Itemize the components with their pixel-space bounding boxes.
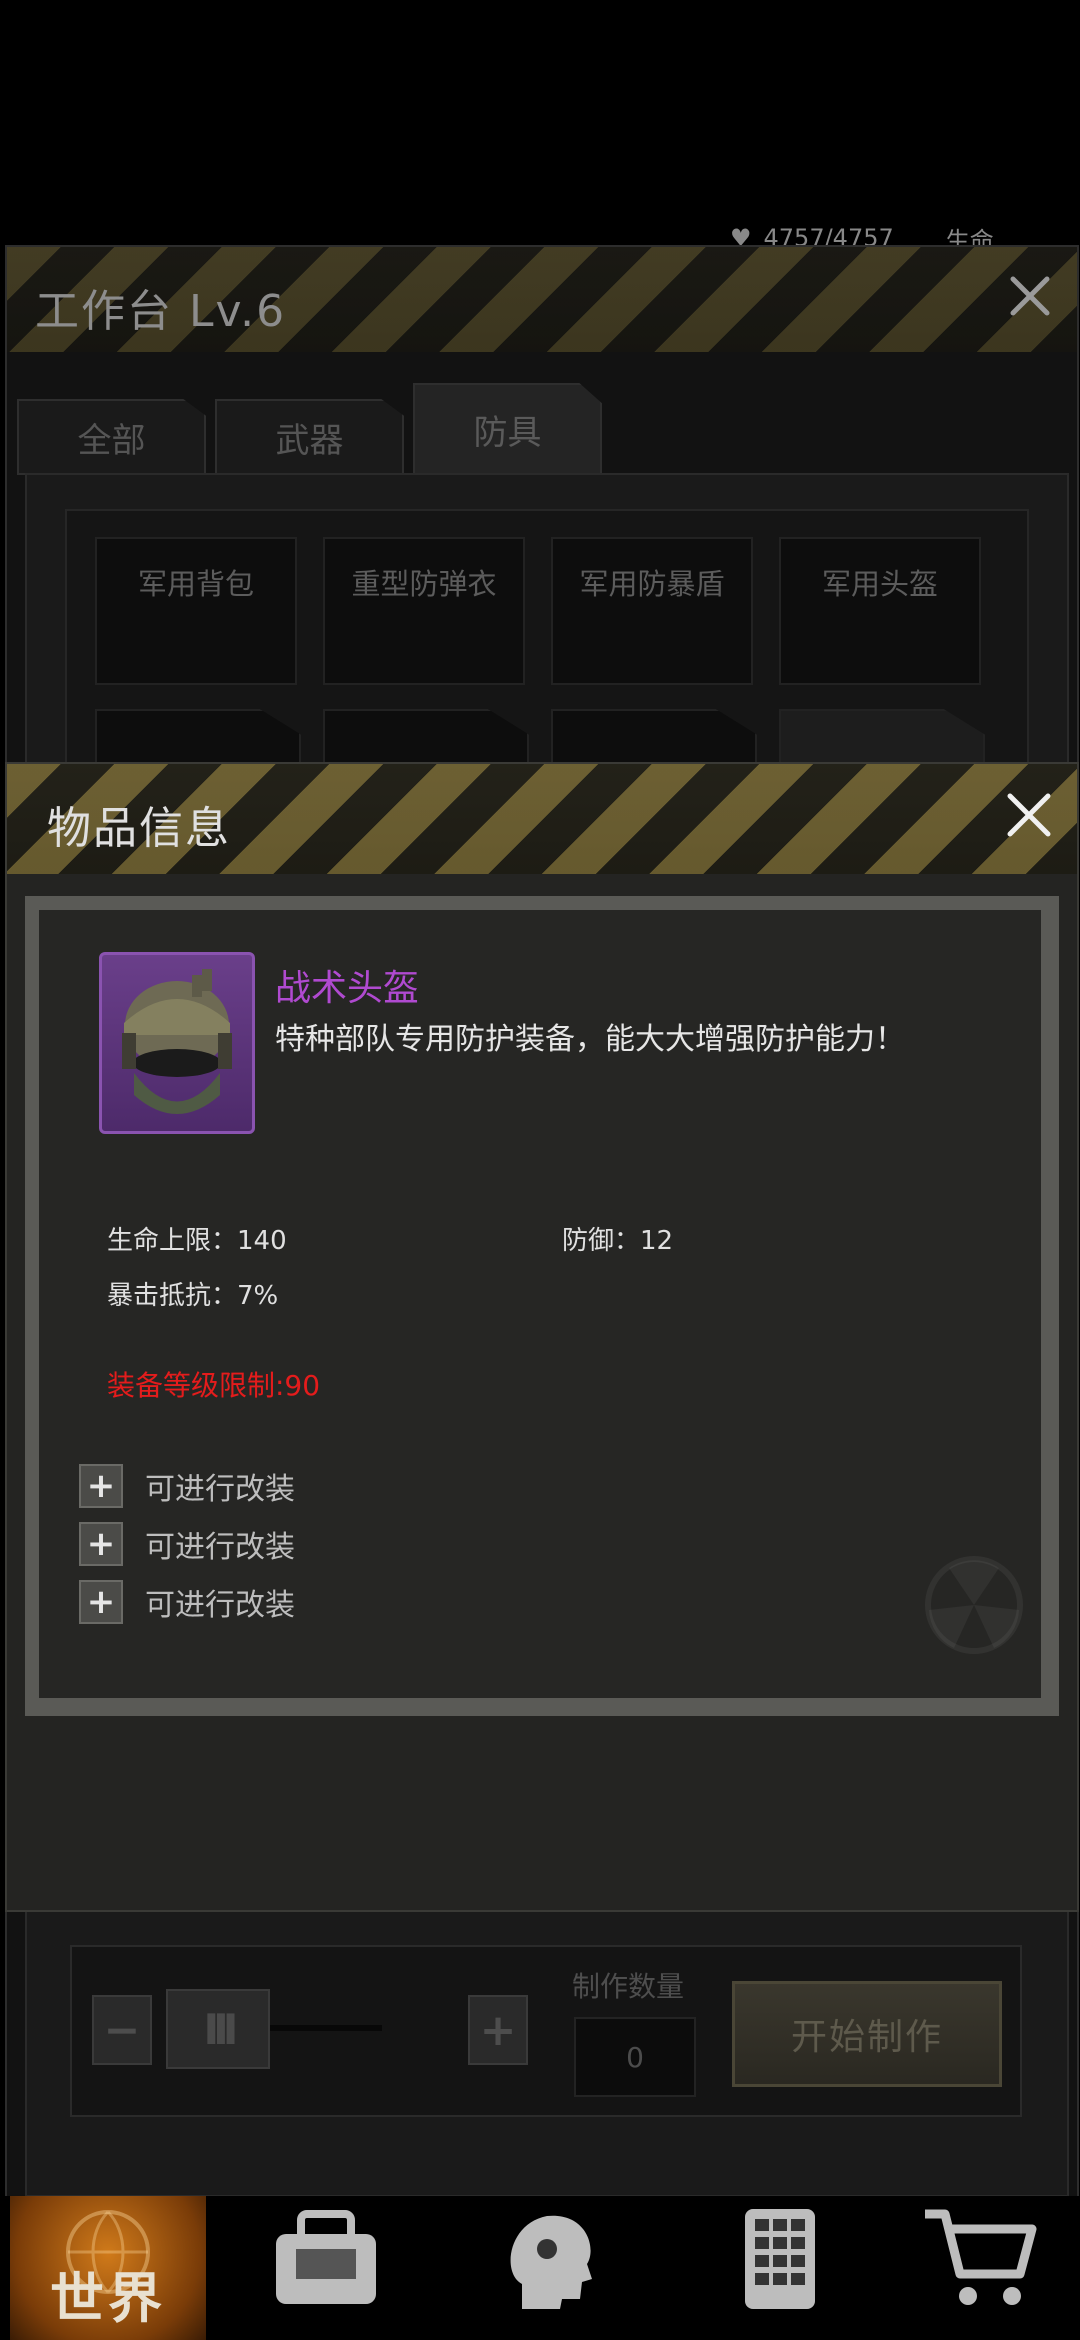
mod-slot[interactable]: + 可进行改装 [79,1464,295,1508]
head-skill-icon[interactable] [492,2204,612,2314]
stat-crit-resist: 暴击抵抗：7% [107,1281,279,1311]
mod-slot-label: 可进行改装 [145,1588,295,1623]
recipe-slot[interactable]: 重型防弹衣 [323,537,525,685]
stat-hp-limit: 生命上限：140 [107,1226,287,1256]
backpack-icon[interactable] [266,2204,386,2314]
workbench-header: 工作台 Lv.6 [7,247,1077,352]
mod-slot[interactable]: + 可进行改装 [79,1522,295,1566]
start-crafting-button[interactable]: 开始制作 [732,1981,1002,2087]
item-info-header: 物品信息 [7,764,1077,874]
item-description: 特种部队专用防护装备，能大大增强防护能力！ [275,1022,905,1057]
quantity-slider-handle[interactable]: III [166,1989,270,2069]
mod-slot-label: 可进行改装 [145,1472,295,1507]
tab-armor[interactable]: 防具 [413,383,602,475]
phone-icon[interactable] [720,2204,840,2314]
close-icon[interactable] [1002,788,1056,842]
tab-all[interactable]: 全部 [17,399,206,475]
recipe-slot[interactable]: 军用头盔 [779,537,981,685]
mod-slot-label: 可进行改装 [145,1530,295,1565]
stat-defense: 防御：12 [562,1226,674,1256]
nav-world-label: 世界 [50,2267,166,2330]
item-name: 战术头盔 [275,968,420,1009]
item-info-title: 物品信息 [47,803,231,854]
item-info-dialog: 物品信息 战术头盔 特种部队专用防护装备，能大大增强防护能力！ 生命上限：140… [5,762,1079,1912]
workbench-title: 工作台 Lv.6 [35,286,287,337]
plus-icon[interactable]: + [79,1522,123,1566]
tactical-helmet-icon [122,969,232,1114]
nav-world[interactable]: 世界 [10,2196,206,2340]
close-icon[interactable] [1005,271,1055,321]
mod-slot[interactable]: + 可进行改装 [79,1580,295,1624]
recipe-slot[interactable]: 军用防暴盾 [551,537,753,685]
quantity-label: 制作数量 [572,1970,685,2003]
cart-icon[interactable] [920,2204,1040,2314]
increase-button[interactable]: + [468,1995,528,2065]
tab-weapons[interactable]: 武器 [215,399,404,475]
radiation-watermark-icon [925,1556,1023,1654]
plus-icon[interactable]: + [79,1580,123,1624]
plus-icon[interactable]: + [79,1464,123,1508]
level-requirement: 装备等级限制:90 [107,1369,321,1402]
item-icon-frame [99,952,255,1134]
bottom-nav: 世界 [0,2196,1080,2340]
decrease-button[interactable]: − [92,1995,152,2065]
craft-bar: − III + 制作数量 0 开始制作 [70,1945,1022,2117]
recipe-slot[interactable]: 军用背包 [95,537,297,685]
quantity-field[interactable]: 0 [574,2017,696,2097]
